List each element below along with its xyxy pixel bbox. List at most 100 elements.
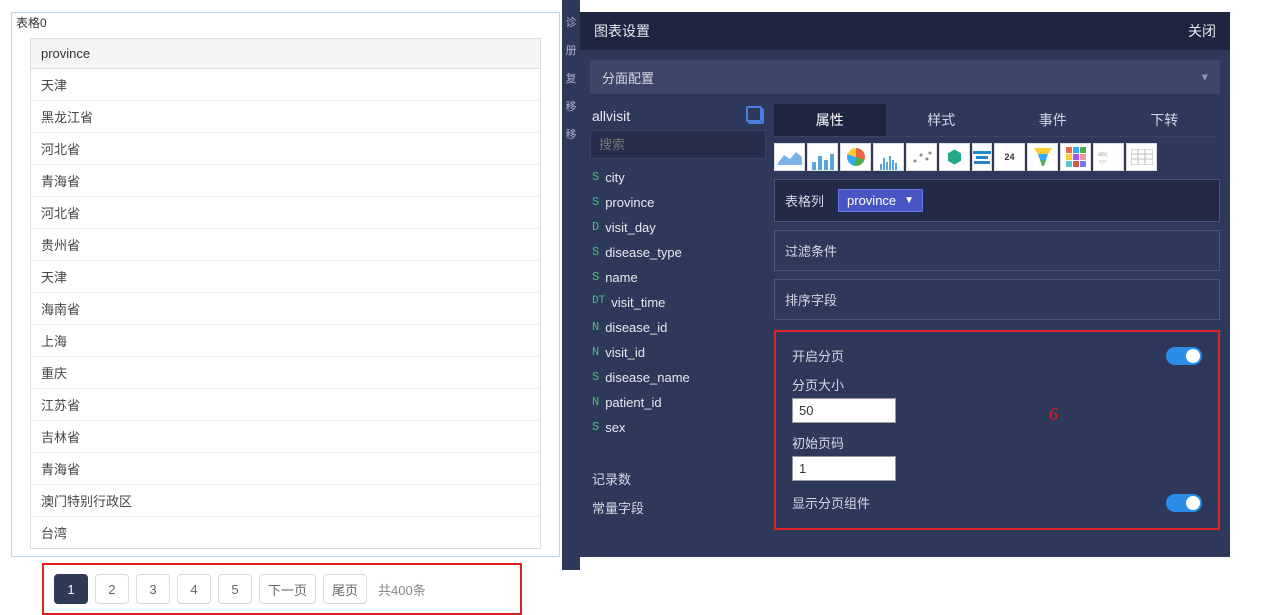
page-number-button[interactable]: 4 xyxy=(177,574,211,604)
field-item[interactable]: DTvisit_time xyxy=(590,290,766,315)
table-row[interactable]: 重庆 xyxy=(31,357,540,389)
field-type-badge: D xyxy=(592,220,599,235)
chart-type-wordcloud-icon[interactable]: abcxyz xyxy=(1093,143,1124,171)
page-size-label: 分页大小 xyxy=(792,375,1202,394)
field-name: city xyxy=(605,170,625,185)
chart-type-pie-icon[interactable] xyxy=(840,143,871,171)
datasource-name[interactable]: allvisit xyxy=(592,108,630,124)
data-table: province 天津黑龙江省河北省青海省河北省贵州省天津海南省上海重庆江苏省吉… xyxy=(30,38,541,549)
table-row[interactable]: 河北省 xyxy=(31,197,540,229)
table-title: 表格0 xyxy=(12,13,559,32)
chart-type-funnel-icon[interactable] xyxy=(1027,143,1058,171)
field-item[interactable]: Scity xyxy=(590,165,766,190)
chart-type-polygon-icon[interactable]: ⬢ xyxy=(939,143,970,171)
filter-condition-box[interactable]: 过滤条件 xyxy=(774,230,1220,271)
table-row[interactable]: 天津 xyxy=(31,69,540,101)
close-button[interactable]: 关闭 xyxy=(1188,21,1216,41)
show-paging-widget-toggle[interactable] xyxy=(1166,494,1202,512)
field-item[interactable]: Ssex xyxy=(590,415,766,440)
sort-label: 排序字段 xyxy=(785,293,837,308)
field-item[interactable]: Nvisit_id xyxy=(590,340,766,365)
strip-item[interactable]: 册 xyxy=(566,42,577,58)
strip-item[interactable]: 诊 xyxy=(566,14,577,30)
field-item[interactable]: Sdisease_type xyxy=(590,240,766,265)
field-type-badge: S xyxy=(592,245,599,260)
table-row[interactable]: 青海省 xyxy=(31,165,540,197)
table-row[interactable]: 贵州省 xyxy=(31,229,540,261)
table-row[interactable]: 青海省 xyxy=(31,453,540,485)
pagination-settings: 开启分页 分页大小 初始页码 显示分页组件 6 xyxy=(774,330,1220,530)
page-number-button[interactable]: 3 xyxy=(136,574,170,604)
annotation-marker: 6 xyxy=(1049,404,1058,425)
page-size-input[interactable] xyxy=(792,398,896,423)
init-page-label: 初始页码 xyxy=(792,433,1202,452)
field-item[interactable]: Npatient_id xyxy=(590,390,766,415)
table-col-value: province xyxy=(847,193,896,208)
page-next-button[interactable]: 下一页 xyxy=(259,574,316,604)
tab-attributes[interactable]: 属性 xyxy=(774,104,886,136)
chart-type-bar-icon[interactable] xyxy=(807,143,838,171)
table-row[interactable]: 台湾 xyxy=(31,517,540,548)
table-row[interactable]: 天津 xyxy=(31,261,540,293)
chart-type-table-icon[interactable] xyxy=(1126,143,1157,171)
table-row[interactable]: 吉林省 xyxy=(31,421,540,453)
facet-config-dropdown[interactable]: 分面配置 ▾ xyxy=(590,60,1220,94)
show-paging-widget-label: 显示分页组件 xyxy=(792,493,870,512)
field-name: disease_id xyxy=(605,320,667,335)
strip-item[interactable]: 移 xyxy=(566,126,577,142)
chart-type-treemap-icon[interactable] xyxy=(1060,143,1091,171)
table-row[interactable]: 上海 xyxy=(31,325,540,357)
chart-type-kpi-icon[interactable]: 24 xyxy=(994,143,1025,171)
field-item[interactable]: Ndisease_id xyxy=(590,315,766,340)
table-row[interactable]: 海南省 xyxy=(31,293,540,325)
extra-const-field[interactable]: 常量字段 xyxy=(590,493,766,522)
field-item[interactable]: Sname xyxy=(590,265,766,290)
tab-events[interactable]: 事件 xyxy=(997,104,1109,136)
table-header[interactable]: province xyxy=(31,39,540,69)
table-row[interactable]: 江苏省 xyxy=(31,389,540,421)
chart-type-area-icon[interactable] xyxy=(774,143,805,171)
page-last-button[interactable]: 尾页 xyxy=(323,574,367,604)
field-search-input[interactable] xyxy=(590,130,766,159)
page-number-button[interactable]: 5 xyxy=(218,574,252,604)
chart-type-histogram-icon[interactable] xyxy=(873,143,904,171)
chart-type-scatter-icon[interactable] xyxy=(906,143,937,171)
field-sidebar: allvisit ScitySprovinceDvisit_daySdiseas… xyxy=(590,104,766,530)
field-name: sex xyxy=(605,420,625,435)
extra-record-count[interactable]: 记录数 xyxy=(590,464,766,493)
field-name: disease_type xyxy=(605,245,682,260)
field-item[interactable]: Sdisease_name xyxy=(590,365,766,390)
field-name: patient_id xyxy=(605,395,661,410)
tab-bar: 属性 样式 事件 下转 xyxy=(774,104,1220,137)
enable-paging-toggle[interactable] xyxy=(1166,347,1202,365)
table-row[interactable]: 澳门特别行政区 xyxy=(31,485,540,517)
field-type-badge: S xyxy=(592,170,599,185)
facet-label: 分面配置 xyxy=(602,68,654,87)
field-type-badge: N xyxy=(592,345,599,360)
sort-field-box[interactable]: 排序字段 xyxy=(774,279,1220,320)
strip-item[interactable]: 复 xyxy=(566,70,577,86)
field-item[interactable]: Sprovince xyxy=(590,190,766,215)
chevron-down-icon: ▾ xyxy=(1201,69,1208,85)
field-item[interactable]: Dvisit_day xyxy=(590,215,766,240)
panel-header: 图表设置 关闭 xyxy=(580,12,1230,50)
tab-drilldown[interactable]: 下转 xyxy=(1109,104,1221,136)
init-page-input[interactable] xyxy=(792,456,896,481)
strip-item[interactable]: 移 xyxy=(566,98,577,114)
enable-paging-label: 开启分页 xyxy=(792,346,844,365)
page-number-button[interactable]: 2 xyxy=(95,574,129,604)
copy-icon[interactable] xyxy=(748,108,764,124)
field-name: visit_time xyxy=(611,295,665,310)
side-strip: 诊 册 复 移 移 xyxy=(562,0,580,570)
chart-type-hbar-icon[interactable] xyxy=(972,143,992,171)
tab-style[interactable]: 样式 xyxy=(886,104,998,136)
field-name: disease_name xyxy=(605,370,690,385)
filter-label: 过滤条件 xyxy=(785,244,837,259)
table-row[interactable]: 黑龙江省 xyxy=(31,101,540,133)
page-number-button[interactable]: 1 xyxy=(54,574,88,604)
field-type-badge: S xyxy=(592,195,599,210)
table-row[interactable]: 河北省 xyxy=(31,133,540,165)
table-col-chip[interactable]: province ▼ xyxy=(838,189,923,212)
table-widget: 表格0 province 天津黑龙江省河北省青海省河北省贵州省天津海南省上海重庆… xyxy=(11,12,560,557)
field-type-badge: S xyxy=(592,270,599,285)
